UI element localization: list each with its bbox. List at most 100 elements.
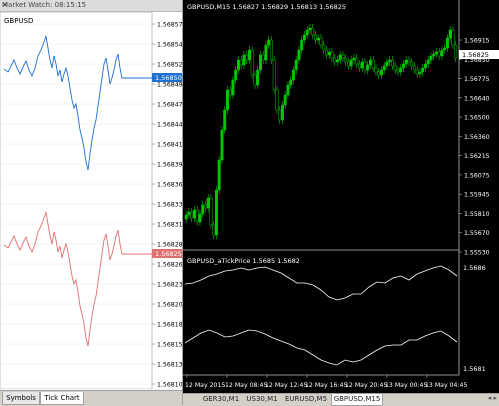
- candle-body: [316, 37, 320, 41]
- candle-body: [413, 65, 416, 71]
- candle-body: [407, 59, 411, 63]
- tick-chart-price-label: 1.56826: [157, 262, 182, 269]
- candle-body: [278, 109, 282, 121]
- price-axis-label: 1.56775: [464, 76, 490, 83]
- candle-body: [184, 214, 188, 220]
- candle-body: [426, 59, 430, 65]
- tick-chart-price-label: 1.56841: [157, 142, 182, 149]
- candle-body: [294, 59, 298, 71]
- price-axis-label: 1.55945: [464, 192, 490, 199]
- price-axis-label: 1.55670: [464, 230, 490, 237]
- arrow-right-icon[interactable]: ▸: [493, 394, 497, 402]
- tab-eurusd-m5[interactable]: EURUSD,M5: [283, 394, 329, 405]
- candle-body: [253, 74, 257, 86]
- tick-chart-price-label: 1.56810: [157, 382, 182, 389]
- candle-body: [220, 129, 224, 161]
- candle-body: [349, 59, 353, 67]
- candle-body: [338, 54, 342, 61]
- candle-body: [352, 57, 356, 61]
- indicator-level-high: 1.5686: [463, 264, 486, 272]
- chart-window: GBPUSD,M15 1.56827 1.56829 1.56813 1.568…: [183, 0, 499, 393]
- candle-body: [261, 54, 265, 61]
- tick-chart-price-label: 1.56836: [157, 182, 182, 189]
- candle-body: [432, 53, 436, 57]
- candle-body: [226, 89, 229, 111]
- candle-body: [297, 49, 301, 61]
- candle-body: [245, 54, 249, 61]
- indicator-level-low: 1.5681: [463, 365, 486, 373]
- chart-tabs-bar: GER30,M1 US30,M1 EURUSD,M5 GBPUSD,M15 ◂ …: [183, 393, 499, 406]
- market-watch-panel: Market Watch: 08:15:15 ✕ GBPUSD 1.56857 1…: [0, 0, 183, 406]
- candle-body: [446, 37, 449, 49]
- candle-body: [250, 49, 254, 76]
- tick-chart-price-label: 1.56839: [157, 162, 182, 169]
- tick-chart: GBPUSD 1.56857 1.56854 1.56852 1.56849 1.568…: [0, 11, 183, 390]
- candle-body: [374, 67, 378, 73]
- tick-chart-price-label: 1.56854: [157, 42, 182, 49]
- indicator-header: GBPUSD_aTickPrice 1.5685 1.5682: [187, 257, 300, 265]
- tab-ger30-m1[interactable]: GER30,M1: [201, 394, 241, 405]
- candle-body: [228, 89, 232, 96]
- candle-body: [256, 69, 260, 86]
- candle-body: [311, 27, 315, 36]
- current-price-tag-label: 1.56825: [462, 51, 489, 59]
- tab-us30-m1[interactable]: US30,M1: [243, 394, 281, 405]
- tick-chart-price-label: 1.56820: [157, 302, 182, 309]
- tick-chart-price-label: 1.56852: [157, 62, 182, 69]
- candle-body: [399, 67, 403, 73]
- candle-body: [223, 109, 227, 131]
- candle-body: [451, 29, 455, 46]
- candle-body: [212, 224, 216, 236]
- time-axis-label: 13 May 04:45: [425, 382, 467, 389]
- candle-body: [217, 159, 221, 191]
- candle-body: [330, 51, 334, 59]
- candle-body: [190, 211, 194, 219]
- tab-gbpusd-m15[interactable]: GBPUSD,M15: [331, 394, 383, 406]
- candle-body: [248, 49, 251, 61]
- candle-body: [270, 39, 273, 61]
- price-axis-label: 1.56500: [464, 115, 490, 122]
- candle-body: [267, 39, 271, 46]
- tab-symbols[interactable]: Symbols: [2, 392, 40, 405]
- candle-body: [429, 55, 433, 61]
- candle-body: [369, 59, 372, 66]
- candle-body: [341, 54, 345, 59]
- candle-body: [377, 71, 381, 76]
- tab-nav: ◂ ▸: [488, 394, 497, 402]
- tick-chart-price-label: 1.56831: [157, 222, 182, 229]
- candle-body: [347, 61, 350, 67]
- price-axis-label: 1.56075: [464, 172, 490, 179]
- candle-body: [396, 69, 400, 73]
- candle-body: [193, 209, 196, 219]
- close-icon[interactable]: ✕: [2, 1, 178, 9]
- candle-body: [355, 57, 359, 65]
- candle-body: [264, 44, 268, 61]
- tick-chart-price-label: 1.56813: [157, 362, 182, 369]
- candle-body: [358, 63, 361, 69]
- candle-body: [325, 49, 328, 56]
- candle-body: [418, 71, 422, 75]
- tick-chart-price-label: 1.56847: [157, 102, 182, 109]
- candle-body: [391, 59, 394, 67]
- candle-body: [410, 61, 414, 67]
- candle-body: [231, 79, 235, 96]
- candle-body: [333, 57, 337, 63]
- tab-tick-chart[interactable]: Tick Chart: [40, 392, 84, 405]
- arrow-left-icon[interactable]: ◂: [488, 394, 492, 402]
- candle-body: [206, 197, 210, 209]
- chart-window-svg: GBPUSD,M15 1.56827 1.56829 1.56813 1.568…: [183, 0, 499, 393]
- candle-body: [275, 89, 279, 111]
- candle-body: [344, 57, 348, 63]
- candle-body: [437, 51, 441, 57]
- candle-body: [454, 44, 458, 59]
- tick-chart-price-label: 1.56818: [157, 322, 182, 329]
- candle-body: [305, 29, 309, 36]
- candle-body: [242, 54, 246, 66]
- market-watch-titlebar: Market Watch: 08:15:15 ✕: [0, 0, 182, 12]
- candle-body: [393, 65, 397, 71]
- candle-body: [435, 51, 438, 55]
- candle-body: [198, 213, 202, 223]
- candle-body: [286, 84, 290, 96]
- candle-body: [440, 49, 444, 57]
- candle-body: [281, 104, 284, 121]
